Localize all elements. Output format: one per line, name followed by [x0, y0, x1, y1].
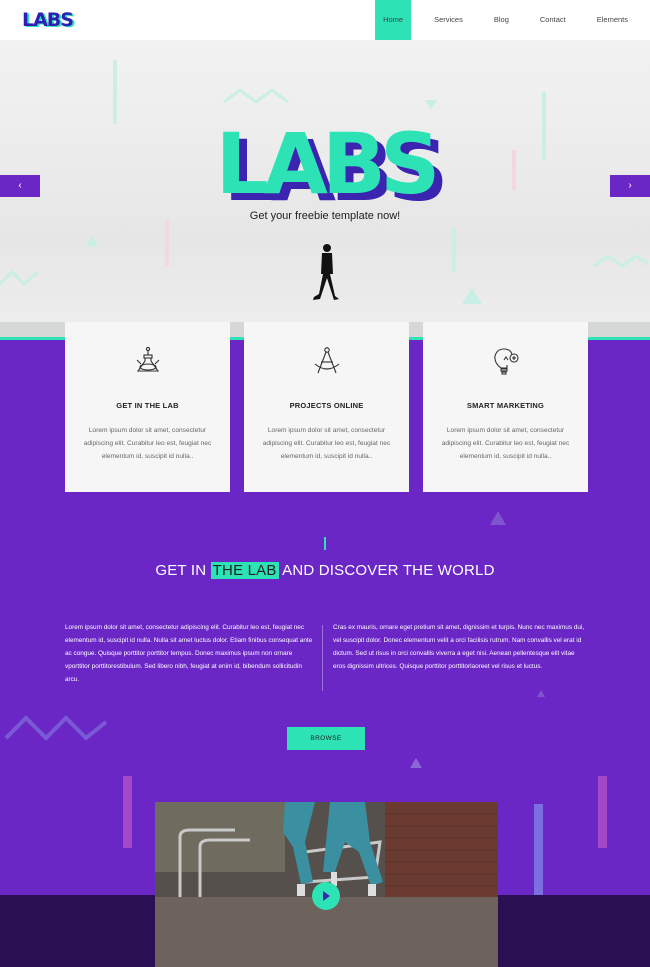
deco-line — [165, 220, 169, 266]
deco-zigzag — [223, 88, 289, 104]
slider-next-button[interactable]: › — [610, 175, 650, 197]
text-column-right: Cras ex mauris, ornare eget pretium sit … — [333, 624, 585, 670]
chevron-right-icon: › — [628, 180, 632, 191]
hero-title-text: LABS — [215, 115, 440, 213]
section-title: GET IN THE LAB AND DISCOVER THE WORLD — [0, 562, 650, 579]
card-title: GET IN THE LAB — [116, 401, 179, 410]
feature-card: GET IN THE LAB Lorem ipsum dolor sit ame… — [65, 322, 230, 492]
deco-line — [113, 60, 117, 124]
section-title-after: AND DISCOVER THE WORLD — [278, 562, 495, 579]
hero-slider: LABS LABS Get your freebie template now!… — [0, 40, 650, 322]
deco-zigzag — [0, 269, 39, 287]
deco-line — [452, 228, 456, 272]
hero-title: LABS LABS — [0, 115, 650, 213]
feature-card: PROJECTS ONLINE Lorem ipsum dolor sit am… — [244, 322, 409, 492]
nav-home[interactable]: Home — [375, 0, 412, 40]
card-text: Lorem ipsum dolor sit amet, consectetur … — [441, 427, 570, 460]
walking-person-image — [313, 244, 339, 300]
card-text: Lorem ipsum dolor sit amet, consectetur … — [83, 427, 212, 460]
deco-triangle — [490, 511, 506, 525]
compass-icon — [314, 347, 340, 374]
browse-button[interactable]: BROWSE — [287, 727, 365, 750]
slider-prev-button[interactable]: ‹ — [0, 175, 40, 197]
deco-triangle — [537, 690, 545, 697]
nav-services[interactable]: Services — [426, 0, 471, 40]
chevron-left-icon: ‹ — [18, 180, 22, 191]
nav-blog[interactable]: Blog — [486, 0, 517, 40]
card-title: SMART MARKETING — [466, 401, 545, 410]
section-title-highlight: THE LAB — [210, 562, 279, 579]
section-title-before: GET IN — [155, 562, 211, 579]
deco-zigzag — [4, 715, 108, 741]
deco-triangle — [86, 236, 98, 246]
video-thumbnail[interactable] — [155, 802, 498, 967]
deco-triangle — [462, 288, 482, 304]
card-text: Lorem ipsum dolor sit amet, consectetur … — [262, 427, 391, 460]
lab-flask-icon — [136, 346, 160, 372]
deco-zigzag — [593, 254, 648, 268]
section-accent-bar — [324, 537, 326, 550]
nav-contact[interactable]: Contact — [532, 0, 574, 40]
deco-bar — [534, 804, 543, 896]
deco-bar — [123, 776, 132, 848]
lightbulb-icon — [494, 348, 519, 375]
page: LABS LABS Home Services Blog Contact Ele… — [0, 0, 650, 967]
play-button[interactable] — [312, 882, 340, 910]
hero-subtitle: Get your freebie template now! — [249, 210, 401, 222]
card-title: PROJECTS ONLINE — [289, 401, 364, 410]
main-nav: Home Services Blog Contact Elements — [360, 0, 636, 40]
deco-triangle — [410, 758, 422, 768]
column-divider — [322, 625, 323, 691]
deco-bar — [598, 776, 607, 848]
feature-card: SMART MARKETING Lorem ipsum dolor sit am… — [423, 322, 588, 492]
logo-text: LABS — [22, 9, 74, 31]
site-header: LABS LABS Home Services Blog Contact Ele… — [0, 0, 650, 40]
deco-triangle — [425, 100, 437, 109]
site-logo[interactable]: LABS LABS — [22, 9, 76, 32]
text-column-left: Lorem ipsum dolor sit amet, consectetur … — [65, 624, 313, 683]
nav-elements[interactable]: Elements — [589, 0, 636, 40]
